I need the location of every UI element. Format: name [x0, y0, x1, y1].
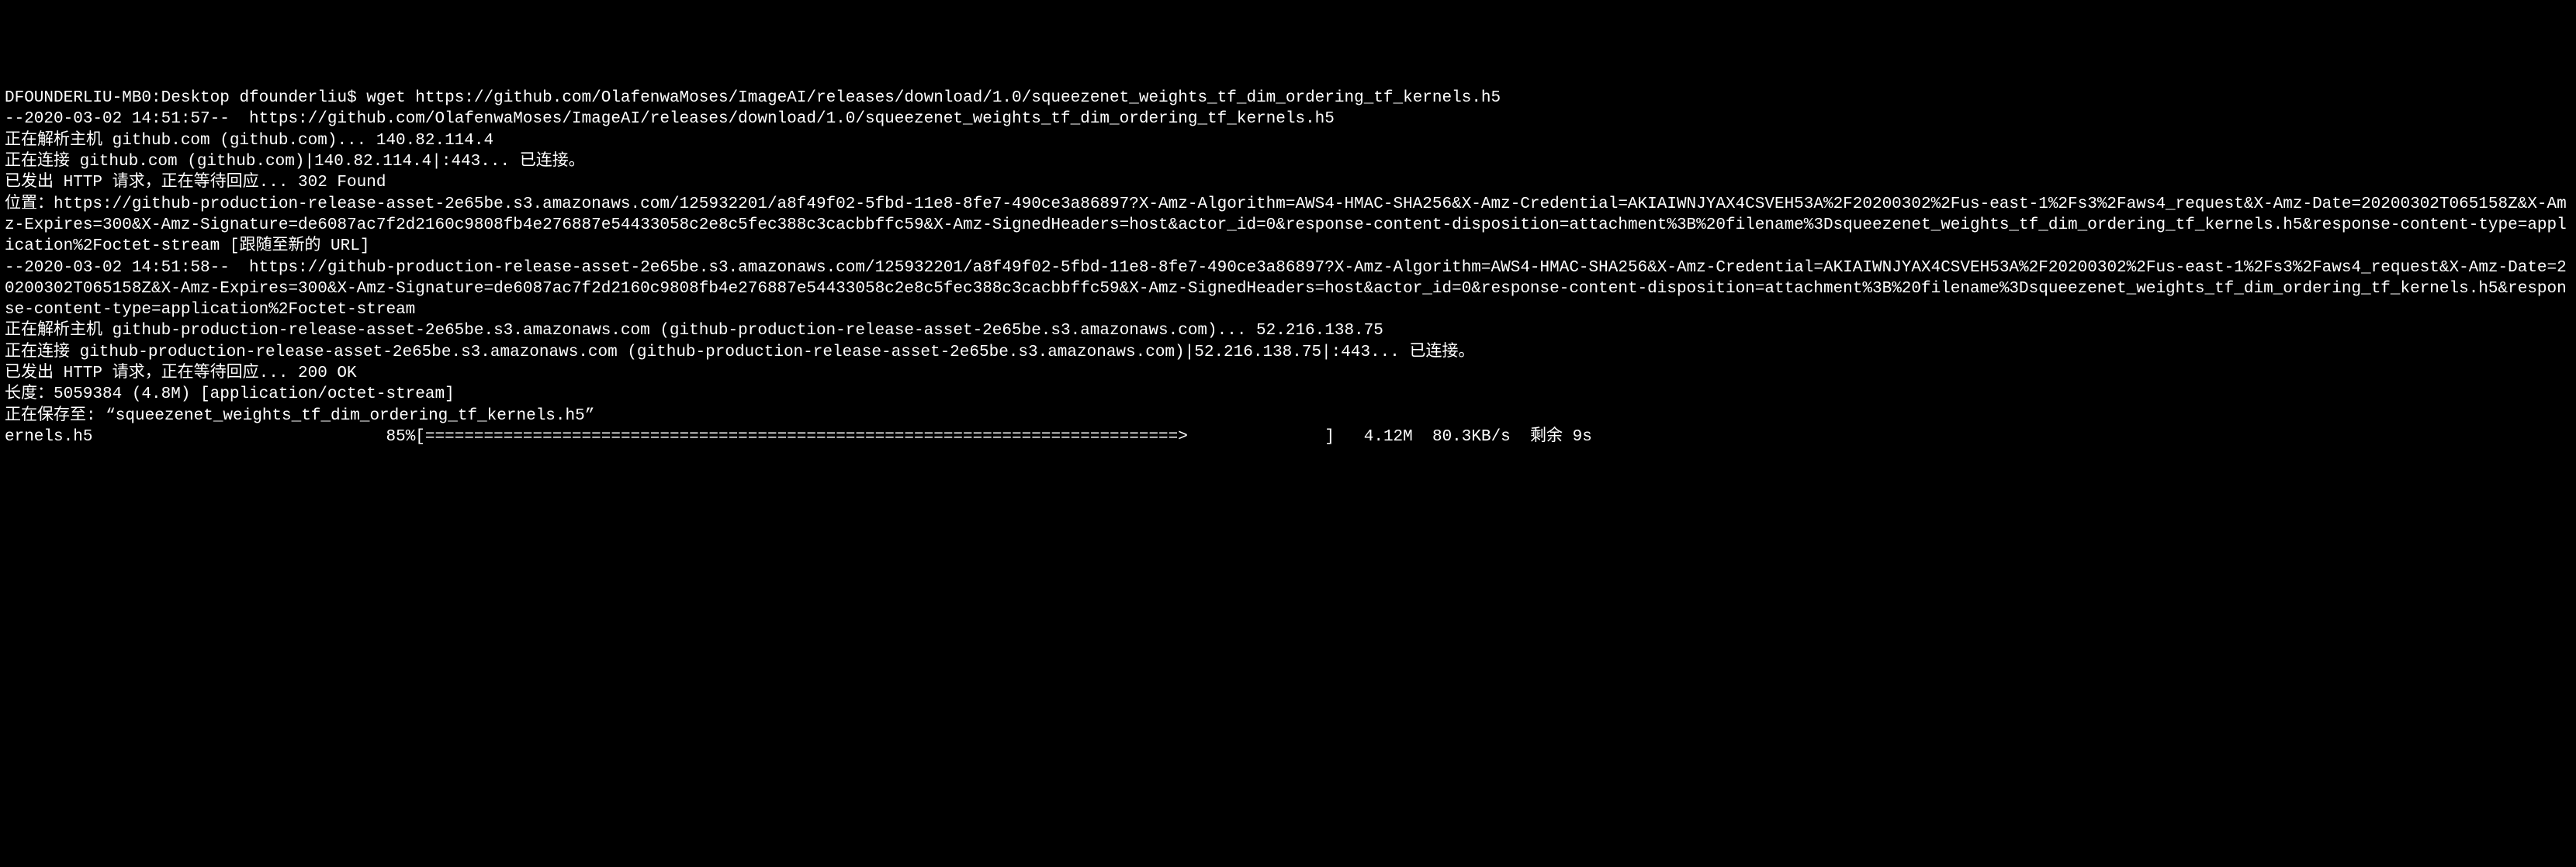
- progress-percent: 85%: [386, 428, 415, 446]
- output-line: 长度：5059384 (4.8M) [application/octet-str…: [5, 384, 2571, 405]
- progress-bar-open: [: [415, 428, 425, 446]
- progress-spacer3: [1413, 428, 1432, 446]
- command-line: DFOUNDERLIU-MB0:Desktop dfounderliu$ wge…: [5, 88, 2571, 109]
- progress-eta-label: 剩余: [1530, 428, 1563, 446]
- output-line: 已发出 HTTP 请求，正在等待回应... 200 OK: [5, 363, 2571, 384]
- progress-bar-fill: ========================================…: [425, 428, 1188, 446]
- progress-spacer: [92, 428, 386, 446]
- output-line: 正在连接 github-production-release-asset-2e6…: [5, 342, 2571, 363]
- progress-eta: 9s: [1573, 428, 1592, 446]
- output-line: --2020-03-02 14:51:58-- https://github-p…: [5, 257, 2571, 321]
- output-line: 位置：https://github-production-release-ass…: [5, 194, 2571, 257]
- terminal-output[interactable]: DFOUNDERLIU-MB0:Desktop dfounderliu$ wge…: [5, 88, 2571, 447]
- output-line: 已发出 HTTP 请求，正在等待回应... 302 Found: [5, 172, 2571, 193]
- progress-line: ernels.h5 85%[==========================…: [5, 427, 2571, 447]
- output-line: 正在保存至: “squeezenet_weights_tf_dim_orderi…: [5, 406, 2571, 427]
- output-line: 正在解析主机 github.com (github.com)... 140.82…: [5, 130, 2571, 151]
- output-line: --2020-03-02 14:51:57-- https://github.c…: [5, 109, 2571, 130]
- progress-filename: ernels.h5: [5, 428, 92, 446]
- progress-speed: 80.3KB/s: [1432, 428, 1511, 446]
- progress-spacer5: [1563, 428, 1573, 446]
- output-line: 正在解析主机 github-production-release-asset-2…: [5, 320, 2571, 341]
- progress-downloaded: 4.12M: [1364, 428, 1413, 446]
- shell-prompt: DFOUNDERLIU-MB0:Desktop dfounderliu$: [5, 89, 366, 107]
- output-line: 正在连接 github.com (github.com)|140.82.114.…: [5, 151, 2571, 172]
- progress-bar-close: ]: [1324, 428, 1335, 446]
- progress-spacer2: [1335, 428, 1364, 446]
- progress-bar-empty: [1188, 428, 1324, 446]
- progress-spacer4: [1511, 428, 1530, 446]
- command-text: wget https://github.com/OlafenwaMoses/Im…: [366, 89, 1501, 107]
